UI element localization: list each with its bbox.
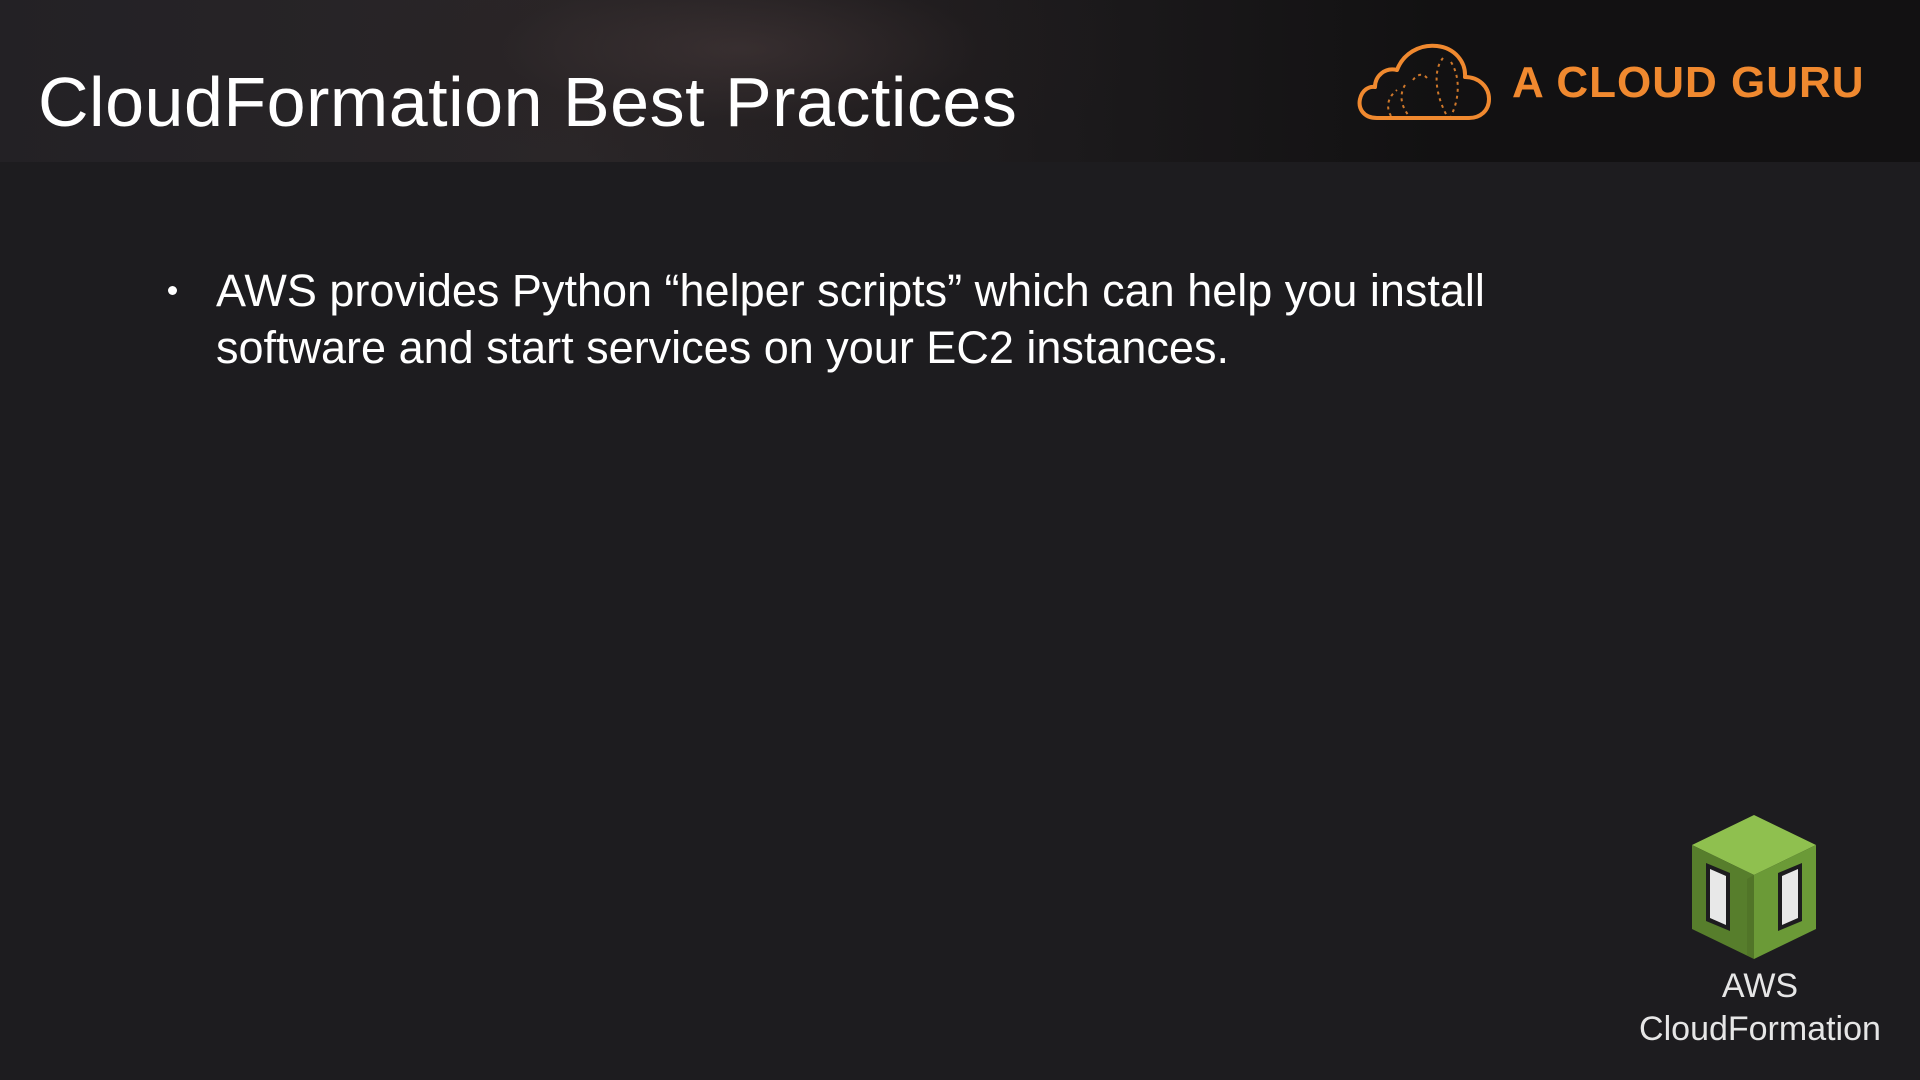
aws-cloudformation-icon xyxy=(1692,815,1816,959)
service-label: AWS CloudFormation xyxy=(1620,965,1900,1051)
bullet-point-icon xyxy=(168,286,177,295)
slide-content: AWS provides Python “helper scripts” whi… xyxy=(165,262,1595,376)
brand-name: A CLOUD GURU xyxy=(1512,58,1865,107)
aws-service-badge: AWS CloudFormation xyxy=(1620,815,1900,1055)
bullet-text: AWS provides Python “helper scripts” whi… xyxy=(216,265,1485,373)
service-label-line2: CloudFormation xyxy=(1639,1010,1881,1048)
slide: CloudFormation Best Practices A CLOUD GU… xyxy=(0,0,1920,1080)
brand-logo: A CLOUD GURU xyxy=(1355,40,1875,125)
cloud-icon xyxy=(1357,43,1491,120)
service-label-line1: AWS xyxy=(1721,967,1799,1005)
bullet-list: AWS provides Python “helper scripts” whi… xyxy=(165,262,1595,376)
bullet-item: AWS provides Python “helper scripts” whi… xyxy=(165,262,1595,376)
slide-header: CloudFormation Best Practices A CLOUD GU… xyxy=(0,0,1920,162)
slide-title: CloudFormation Best Practices xyxy=(38,63,1018,141)
